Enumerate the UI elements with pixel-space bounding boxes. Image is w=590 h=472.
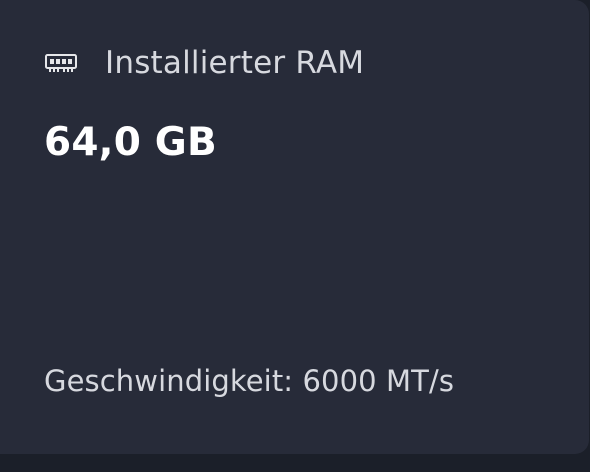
ram-speed-text: Geschwindigkeit: 6000 MT/s: [44, 364, 455, 398]
installed-ram-card: Installierter RAM 64,0 GB Geschwindigkei…: [0, 0, 589, 454]
card-header: Installierter RAM: [44, 40, 364, 86]
card-title: Installierter RAM: [105, 45, 365, 81]
ram-module-icon: [44, 51, 78, 75]
installed-ram-value: 64,0 GB: [44, 120, 217, 165]
page-bottom-background: [0, 454, 590, 472]
